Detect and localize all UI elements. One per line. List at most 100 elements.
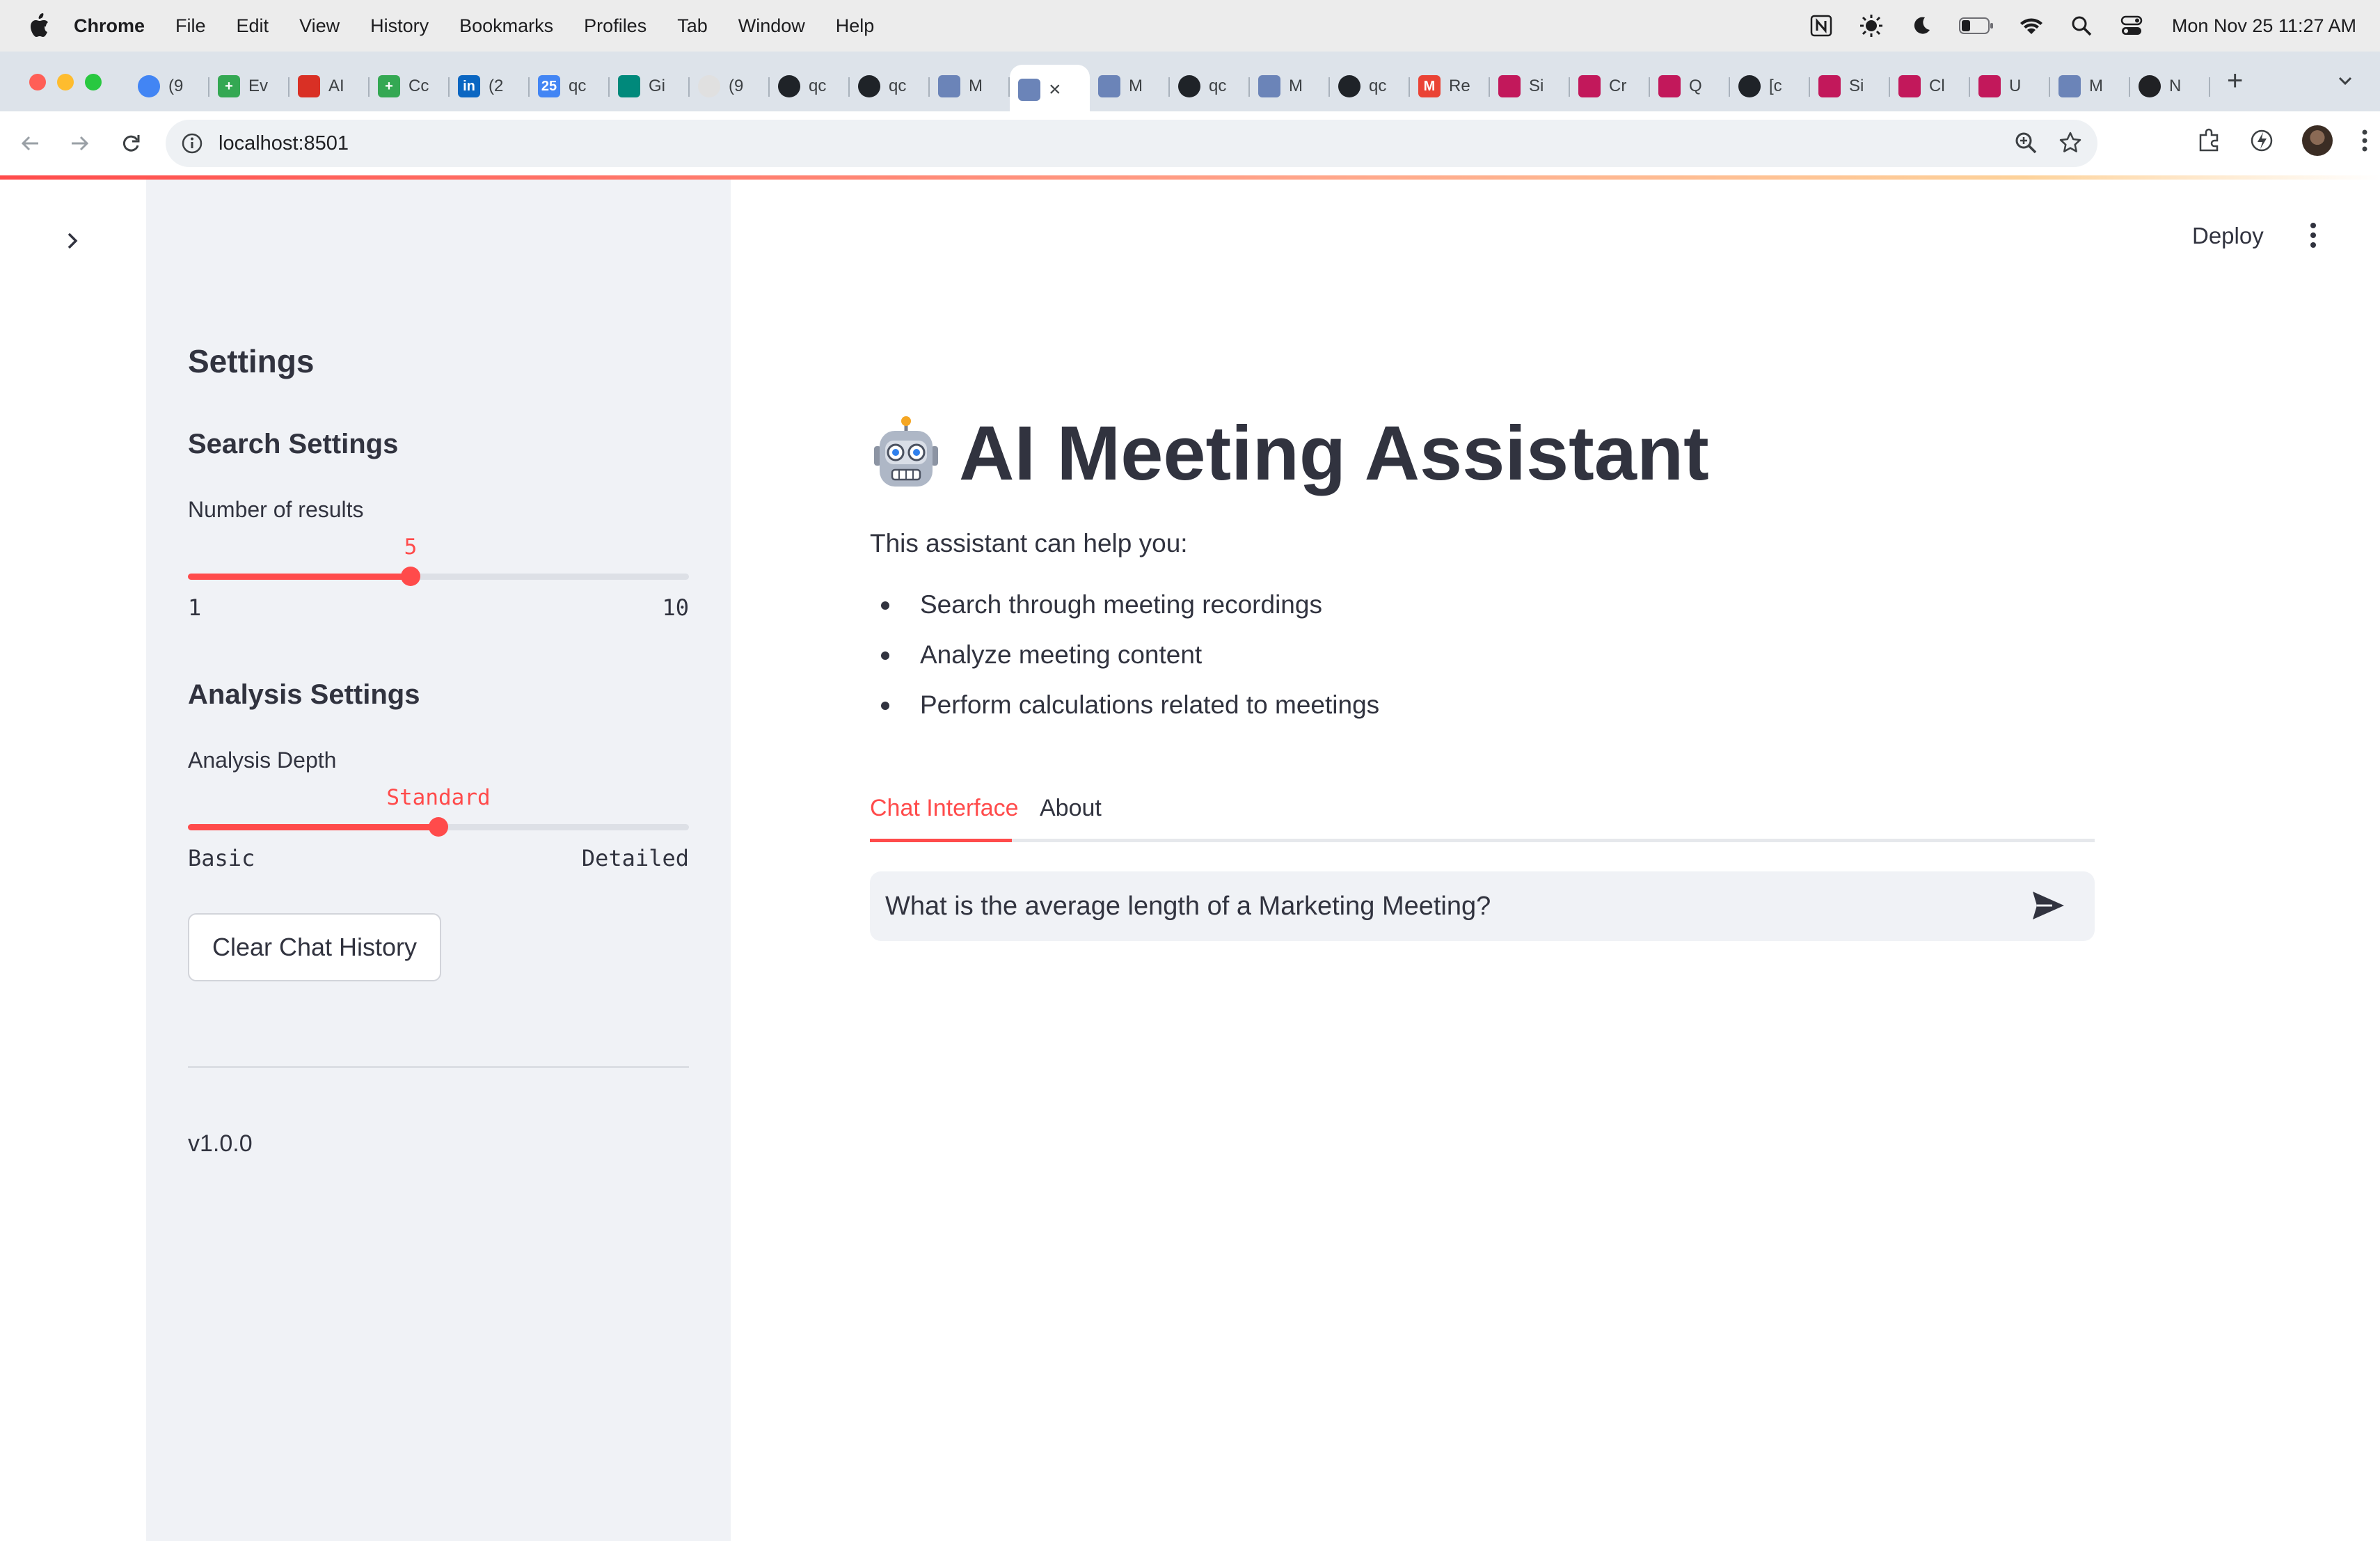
- slider-thumb[interactable]: [429, 817, 448, 837]
- main-menu-kebab-icon[interactable]: [2305, 221, 2322, 249]
- menubar-clock[interactable]: Mon Nov 25 11:27 AM: [2172, 15, 2356, 37]
- browser-tab[interactable]: Si: [1490, 65, 1570, 108]
- close-tab-icon[interactable]: ×: [1049, 78, 1061, 102]
- openai-icon: [2139, 75, 2161, 97]
- menu-view[interactable]: View: [299, 15, 340, 37]
- tab-label: N: [2169, 77, 2182, 95]
- sheets-icon: +: [218, 75, 240, 97]
- menu-bookmarks[interactable]: Bookmarks: [459, 15, 553, 37]
- github-icon: [858, 75, 880, 97]
- expand-sidebar-chevron-icon[interactable]: [58, 227, 86, 255]
- tab-label: (9: [729, 77, 744, 95]
- moon-icon[interactable]: [1909, 13, 1934, 38]
- browser-tab[interactable]: [c: [1730, 65, 1810, 108]
- url-text[interactable]: localhost:8501: [219, 132, 349, 155]
- browser-tab[interactable]: Cl: [1890, 65, 1970, 108]
- slider-max-label: Detailed: [581, 845, 689, 871]
- browser-tab[interactable]: M: [930, 65, 1010, 108]
- tab-label: (9: [168, 77, 184, 95]
- chrome-menu-icon[interactable]: [2361, 128, 2369, 153]
- tab-about[interactable]: About: [1040, 795, 1102, 822]
- battery-icon[interactable]: [1958, 13, 1994, 38]
- menu-help[interactable]: Help: [836, 15, 875, 37]
- browser-tab[interactable]: M: [1090, 65, 1170, 108]
- control-center-icon[interactable]: [2119, 13, 2144, 38]
- address-bar[interactable]: localhost:8501: [166, 120, 2097, 167]
- brightness-icon[interactable]: [1859, 13, 1884, 38]
- menu-window[interactable]: Window: [738, 15, 805, 37]
- apple-icon[interactable]: [28, 13, 50, 39]
- forward-arrow-icon: [72, 136, 89, 151]
- browser-tab[interactable]: Cr: [1570, 65, 1650, 108]
- browser-tab[interactable]: qc: [770, 65, 850, 108]
- menu-app-chrome[interactable]: Chrome: [74, 15, 145, 37]
- back-button[interactable]: [14, 127, 47, 160]
- streamlit-app: Settings Search Settings Number of resul…: [0, 180, 2380, 1541]
- browser-tab[interactable]: qc: [1330, 65, 1410, 108]
- maximize-window-button[interactable]: [85, 74, 102, 90]
- send-icon[interactable]: [2031, 890, 2065, 922]
- tab-label: Si: [1849, 77, 1864, 95]
- browser-tab[interactable]: (9: [129, 65, 209, 108]
- tab-label: Re: [1449, 77, 1470, 95]
- browser-tab[interactable]: M Re: [1410, 65, 1490, 108]
- window-controls: [29, 74, 102, 90]
- browser-tab[interactable]: in (2: [450, 65, 530, 108]
- menu-history[interactable]: History: [370, 15, 429, 37]
- tab-label: Cr: [1609, 77, 1627, 95]
- zoom-icon[interactable]: [2014, 131, 2038, 155]
- bookmark-star-icon[interactable]: [2058, 131, 2082, 155]
- extensions-icon[interactable]: [2196, 128, 2221, 153]
- forward-button[interactable]: [63, 127, 96, 160]
- browser-tab[interactable]: qc: [850, 65, 930, 108]
- chat-input[interactable]: [885, 891, 1999, 922]
- browser-tab[interactable]: M: [2050, 65, 2130, 108]
- menu-file[interactable]: File: [175, 15, 206, 37]
- deploy-button[interactable]: Deploy: [2192, 223, 2264, 249]
- wifi-icon[interactable]: [2019, 13, 2044, 38]
- site-info-icon[interactable]: [181, 132, 203, 155]
- browser-tab[interactable]: + Cc: [370, 65, 450, 108]
- blank-icon: [698, 75, 720, 97]
- cube-icon: [1498, 75, 1521, 97]
- robot-icon: [1098, 75, 1120, 97]
- tab-label: AI: [328, 77, 344, 95]
- browser-tab[interactable]: ×: [1010, 65, 1090, 115]
- menu-edit[interactable]: Edit: [237, 15, 269, 37]
- analysis-settings-heading: Analysis Settings: [188, 679, 420, 710]
- analysis-depth-label: Analysis Depth: [188, 748, 337, 773]
- performance-icon[interactable]: [2249, 128, 2274, 153]
- tab-chat-interface[interactable]: Chat Interface: [870, 795, 1019, 822]
- browser-tab[interactable]: (9: [690, 65, 770, 108]
- tab-label: Cl: [1929, 77, 1945, 95]
- slider-thumb[interactable]: [401, 567, 420, 586]
- new-tab-button[interactable]: +: [2227, 65, 2243, 97]
- notion-icon[interactable]: [1809, 13, 1834, 38]
- github-icon: [1178, 75, 1200, 97]
- close-window-button[interactable]: [29, 74, 46, 90]
- browser-tab[interactable]: Q: [1650, 65, 1730, 108]
- browser-tab[interactable]: Gi: [610, 65, 690, 108]
- menu-profiles[interactable]: Profiles: [584, 15, 646, 37]
- analysis-depth-slider[interactable]: Standard Basic Detailed: [188, 785, 689, 871]
- menu-tab[interactable]: Tab: [677, 15, 708, 37]
- browser-tab[interactable]: + Ev: [209, 65, 289, 108]
- reload-button[interactable]: [114, 127, 148, 160]
- profile-avatar[interactable]: [2302, 125, 2333, 156]
- spotlight-search-icon[interactable]: [2069, 13, 2094, 38]
- browser-tab[interactable]: M: [1250, 65, 1330, 108]
- browser-tab-strip: (9 + Ev AI + Cc in (2 25 qc Gi (9 qc qc M × Mqc Mqc M Re Si C…: [0, 52, 2380, 115]
- browser-tab[interactable]: AI: [289, 65, 370, 108]
- tab-search-chevron-icon[interactable]: [2334, 70, 2356, 92]
- browser-tab[interactable]: qc: [1170, 65, 1250, 108]
- browser-tab[interactable]: Si: [1810, 65, 1890, 108]
- browser-tab[interactable]: U: [1970, 65, 2050, 108]
- number-of-results-slider[interactable]: 5 1 10: [188, 535, 689, 621]
- clear-chat-history-button[interactable]: Clear Chat History: [188, 913, 441, 981]
- browser-tab[interactable]: 25 qc: [530, 65, 610, 108]
- minimize-window-button[interactable]: [57, 74, 74, 90]
- tab-label: qc: [889, 77, 907, 95]
- tab-label: Si: [1529, 77, 1544, 95]
- browser-tab[interactable]: N: [2130, 65, 2210, 108]
- list-item: Perform calculations related to meetings: [870, 690, 1379, 741]
